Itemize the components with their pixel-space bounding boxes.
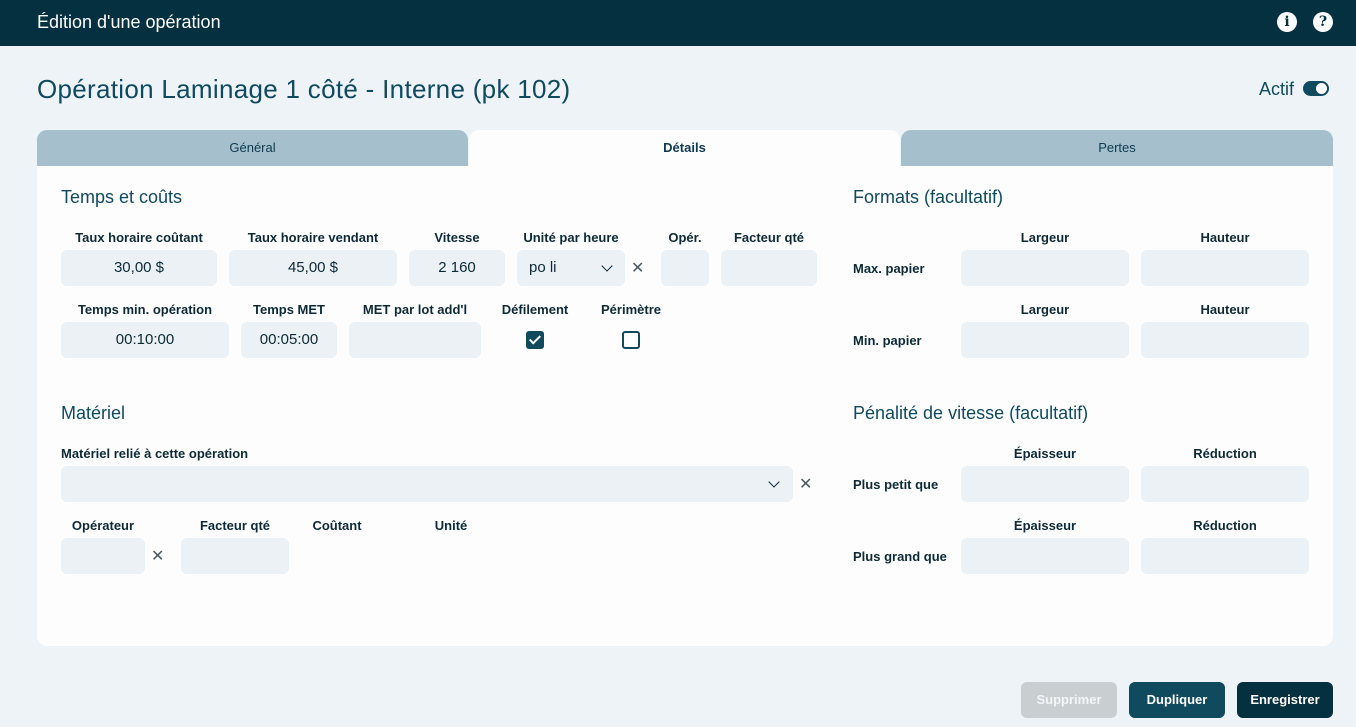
facteur-qte-field[interactable] — [721, 250, 817, 286]
label-reduction-petit: Réduction — [1193, 446, 1257, 461]
grand-reduction-field[interactable] — [1141, 538, 1309, 574]
petit-reduction-field[interactable] — [1141, 466, 1309, 502]
chevron-down-icon — [768, 476, 780, 488]
enregistrer-button[interactable]: Enregistrer — [1237, 682, 1333, 718]
label-largeur-max: Largeur — [1020, 230, 1070, 245]
label-unite: Unité — [434, 518, 468, 533]
top-bar: Édition d'une opération i ? — [0, 0, 1356, 46]
tab-details[interactable]: Détails — [469, 130, 900, 166]
label-min-papier: Min. papier — [853, 333, 922, 348]
taux-horaire-coutant-field[interactable]: 30,00 $ — [61, 250, 217, 286]
window-title: Édition d'une opération — [37, 12, 221, 32]
temps-min-operation-field[interactable]: 00:10:00 — [61, 322, 229, 358]
clear-icon[interactable]: ✕ — [631, 261, 644, 277]
active-toggle[interactable] — [1303, 81, 1329, 96]
max-largeur-field[interactable] — [961, 250, 1129, 286]
defilement-checkbox[interactable] — [526, 331, 544, 349]
label-defilement: Défilement — [501, 302, 569, 317]
supprimer-button[interactable]: Supprimer — [1021, 682, 1117, 718]
materiel-relie-select[interactable] — [61, 466, 793, 502]
label-hauteur-max: Hauteur — [1200, 230, 1250, 245]
grand-epaisseur-field[interactable] — [961, 538, 1129, 574]
section-title-formats: Formats (facultatif) — [853, 187, 1004, 207]
label-reduction-grand: Réduction — [1193, 518, 1257, 533]
perimetre-checkbox[interactable] — [622, 331, 640, 349]
label-plus-petit-que: Plus petit que — [853, 477, 939, 492]
label-unite-par-heure: Unité par heure — [523, 230, 619, 245]
label-temps-met: Temps MET — [253, 302, 325, 317]
facteur-qte-materiel-field[interactable] — [181, 538, 289, 574]
label-taux-horaire-coutant: Taux horaire coûtant — [75, 230, 203, 245]
min-largeur-field[interactable] — [961, 322, 1129, 358]
met-par-lot-field[interactable] — [349, 322, 481, 358]
active-label: Actif — [1259, 79, 1295, 99]
section-title-temps-couts: Temps et coûts — [61, 187, 183, 207]
label-hauteur-min: Hauteur — [1200, 302, 1250, 317]
label-temps-min-operation: Temps min. opération — [77, 302, 213, 317]
label-oper: Opér. — [668, 230, 702, 245]
info-icon[interactable]: i — [1277, 12, 1297, 32]
unite-par-heure-value: po li — [529, 259, 557, 276]
unite-par-heure-select[interactable]: po li — [517, 250, 625, 286]
max-hauteur-field[interactable] — [1141, 250, 1309, 286]
label-max-papier: Max. papier — [853, 261, 925, 276]
label-materiel-relie: Matériel relié à cette opération — [61, 446, 249, 461]
label-largeur-min: Largeur — [1020, 302, 1070, 317]
section-title-penalite: Pénalité de vitesse (facultatif) — [853, 403, 1089, 423]
oper-field[interactable] — [661, 250, 709, 286]
dupliquer-button[interactable]: Dupliquer — [1129, 682, 1225, 718]
label-facteur-qte-materiel: Facteur qté — [199, 518, 271, 533]
label-coutant: Coûtant — [312, 518, 362, 533]
clear-icon[interactable]: ✕ — [799, 477, 812, 493]
label-met-par-lot: MET par lot add'l — [362, 302, 468, 317]
label-plus-grand-que: Plus grand que — [853, 549, 947, 564]
tab-general[interactable]: Général — [37, 130, 468, 166]
section-title-materiel: Matériel — [61, 403, 126, 423]
clear-icon[interactable]: ✕ — [151, 549, 164, 565]
label-perimetre: Périmètre — [601, 302, 661, 317]
petit-epaisseur-field[interactable] — [961, 466, 1129, 502]
label-taux-horaire-vendant: Taux horaire vendant — [247, 230, 379, 245]
operateur-field[interactable] — [61, 538, 145, 574]
label-epaisseur-petit: Épaisseur — [1013, 446, 1077, 461]
label-vitesse: Vitesse — [434, 230, 480, 245]
toggle-knob — [1316, 83, 1327, 94]
vitesse-field[interactable]: 2 160 — [409, 250, 505, 286]
label-facteur-qte: Facteur qté — [733, 230, 805, 245]
chevron-down-icon — [601, 260, 613, 272]
temps-met-field[interactable]: 00:05:00 — [241, 322, 337, 358]
tab-pertes[interactable]: Pertes — [901, 130, 1333, 166]
min-hauteur-field[interactable] — [1141, 322, 1309, 358]
page-title: Opération Laminage 1 côté - Interne (pk … — [37, 74, 571, 104]
taux-horaire-vendant-field[interactable]: 45,00 $ — [229, 250, 397, 286]
label-epaisseur-grand: Épaisseur — [1013, 518, 1077, 533]
help-icon[interactable]: ? — [1313, 12, 1333, 32]
label-operateur: Opérateur — [71, 518, 135, 533]
